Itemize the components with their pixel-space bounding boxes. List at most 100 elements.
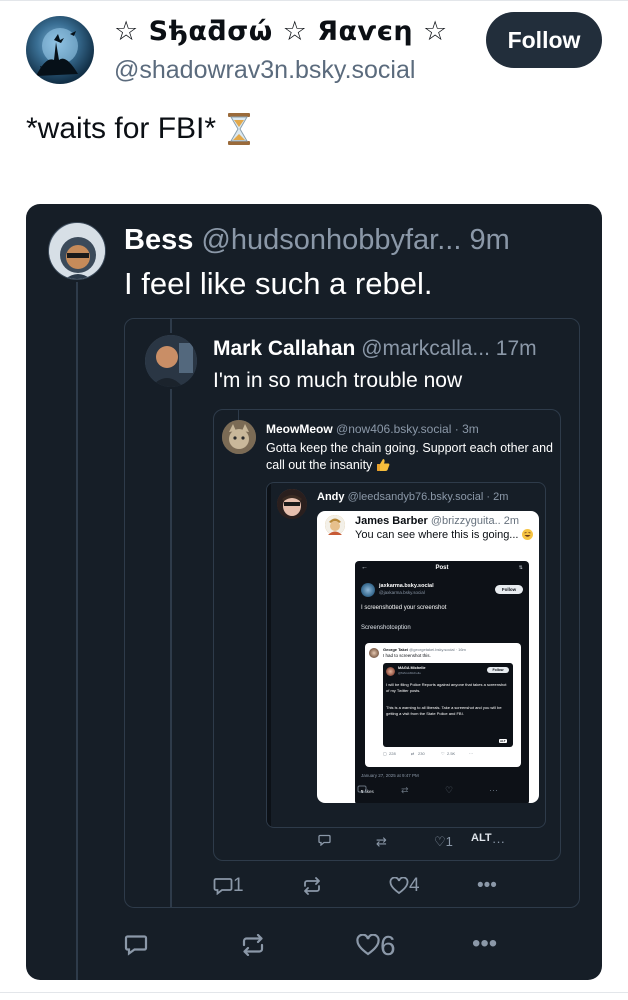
attached-image[interactable]: James Barber @brizzyguita.. 2m You can s… (317, 511, 539, 803)
mark-more-button[interactable]: ••• (477, 875, 497, 897)
maga-text-2: This is a warning to all liberals. Take … (386, 705, 502, 716)
meowmeow-quoted-card[interactable]: MeowMeow @now406.bsky.social · 3m Gotta … (213, 409, 561, 861)
george-handle: @georgetakei.bsky.social (409, 647, 455, 652)
meowmeow-name[interactable]: MeowMeow (266, 422, 333, 436)
meowmeow-text: Gotta keep the chain going. Support each… (266, 441, 554, 472)
george-likes: 2.5K (447, 751, 456, 756)
jaxkarma-subtext: Screenshotception (361, 625, 411, 631)
bess-avatar[interactable] (48, 222, 106, 280)
bess-handle[interactable]: @hudsonhobbyfar... (201, 224, 461, 256)
andy-quoted-card[interactable]: Andy @leedsandyb76.bsky.social · 2m Jame… (266, 482, 546, 828)
james-avatar (325, 515, 345, 535)
james-meta: James Barber @brizzyguita.. 2m (355, 515, 519, 527)
james-text: You can see where this is going... (355, 529, 519, 541)
james-repost-icon: ⇄ (401, 785, 409, 795)
thread-line (238, 410, 239, 420)
bess-like-button[interactable]: 6 (356, 930, 396, 961)
jaxkarma-handle: @jaxkarma.bsky.social (379, 590, 425, 595)
maga-handle: @MAGAMichelle (398, 671, 421, 675)
screenshot-title: Post (435, 565, 449, 571)
james-reply-icon (357, 785, 367, 796)
author-handle[interactable]: @shadowrav3n.bsky.social (114, 56, 415, 85)
andy-meta[interactable]: Andy @leedsandyb76.bsky.social · 2m (317, 491, 508, 503)
meowmeow-repost-button[interactable]: ⇄ (376, 834, 387, 850)
meowmeow-avatar[interactable] (222, 420, 256, 454)
bess-post-text: I feel like such a rebel. (124, 266, 433, 301)
mark-quoted-card[interactable]: Mark Callahan @markcalla... 17m I'm in s… (124, 318, 580, 908)
meowmeow-more-button[interactable]: ··· (492, 834, 505, 849)
george-reposts: 230 (418, 751, 425, 756)
james-post-text: You can see where this is going... (355, 529, 535, 542)
andy-separator: · (486, 491, 491, 503)
andy-name[interactable]: Andy (317, 491, 345, 503)
mark-likes: 4 (409, 875, 420, 896)
george-reply-icon: ▢ (383, 751, 387, 756)
jaxkarma-follow-button: Follow (495, 585, 523, 594)
jaxkarma-text: I screenshotted your screenshot (361, 605, 447, 611)
meowmeow-alt-badge[interactable]: ALT (471, 832, 492, 844)
meowmeow-reply-button[interactable] (318, 834, 331, 849)
mark-like-button[interactable]: 4 (389, 875, 420, 897)
bess-reply-button[interactable] (124, 930, 148, 958)
author-display-name[interactable]: ☆ Sђαƌσώ ☆ Яαѵєη ☆ (114, 16, 448, 47)
bess-meta[interactable]: Bess @hudsonhobbyfar... 9m (124, 224, 510, 257)
maga-alt-badge: ALT (499, 739, 507, 743)
post-text: *waits for FBI* (26, 112, 217, 145)
mark-actions: 1 4 ••• (213, 875, 553, 899)
george-replies: 228 (389, 751, 396, 756)
follow-button[interactable]: Follow (486, 12, 602, 68)
george-text: I had to screenshot this. (383, 653, 431, 658)
hourglass-icon (228, 113, 251, 145)
post-text-row: *waits for FBI* (26, 112, 252, 146)
george-time: 16m (458, 647, 466, 652)
james-actions: ⇄ ♡ ··· (355, 785, 535, 799)
meowmeow-time: 3m (462, 422, 479, 436)
mark-handle[interactable]: @markcalla... (361, 337, 490, 360)
thumbs-up-icon (376, 459, 390, 471)
andy-handle[interactable]: @leedsandyb76.bsky.social (348, 491, 484, 503)
george-name: George Takei (383, 647, 409, 652)
mark-avatar[interactable] (145, 335, 197, 387)
bess-repost-button[interactable] (240, 930, 266, 958)
andy-avatar[interactable] (277, 489, 307, 519)
meowmeow-likes: 1 (445, 834, 453, 849)
thread-line (267, 483, 271, 827)
meowmeow-actions: ⇄ ♡ 1 ··· (266, 834, 556, 854)
mark-replies: 1 (233, 875, 244, 896)
george-meta: George Takei @georgetakei.bsky.social · … (383, 647, 466, 652)
james-like-icon: ♡ (445, 785, 454, 795)
mark-post-text: I'm in so much trouble now (213, 369, 463, 392)
james-more-icon: ··· (489, 785, 498, 795)
bess-time: 9m (469, 224, 510, 256)
top-divider (0, 0, 628, 1)
meowmeow-like-button[interactable]: ♡ 1 (434, 834, 453, 850)
maga-text-1: I will be filing Police Reports against … (386, 682, 507, 693)
meowmeow-separator: · (454, 422, 459, 436)
mark-repost-button[interactable] (301, 875, 323, 897)
meowmeow-post-text: Gotta keep the chain going. Support each… (266, 440, 556, 474)
george-more-icon: ··· (469, 751, 473, 756)
screenshot-image: ← Post ⇅ jaxkarma.bsky.social @jaxkarma.… (355, 561, 529, 803)
jaxkarma-name: jaxkarma.bsky.social (379, 583, 434, 589)
bess-more-button[interactable]: ••• (472, 930, 497, 958)
quoted-post-card[interactable]: Bess @hudsonhobbyfar... 9m I feel like s… (26, 204, 602, 980)
thread-line (170, 319, 172, 333)
george-takei-post: George Takei @georgetakei.bsky.social · … (365, 643, 521, 767)
bess-name[interactable]: Bess (124, 224, 193, 256)
sort-icon: ⇅ (518, 565, 523, 571)
maga-post: MAGA Michelle @MAGAMichelle Follow I wil… (383, 663, 513, 747)
george-actions: ▢ 228 ⇄ 230 ♡ 2.5K ··· (383, 751, 513, 761)
james-time: 2m (503, 515, 520, 527)
george-separator: · (455, 647, 457, 652)
mark-time: 17m (495, 337, 537, 360)
andy-time: 2m (493, 491, 509, 503)
author-avatar[interactable] (26, 16, 94, 84)
mark-name[interactable]: Mark Callahan (213, 337, 355, 360)
mark-meta[interactable]: Mark Callahan @markcalla... 17m (213, 337, 537, 361)
maga-avatar (386, 667, 395, 676)
jaxkarma-avatar (361, 583, 375, 597)
meowmeow-handle[interactable]: @now406.bsky.social (336, 422, 451, 436)
george-avatar (369, 648, 379, 658)
mark-reply-button[interactable]: 1 (213, 875, 244, 897)
meowmeow-meta[interactable]: MeowMeow @now406.bsky.social · 3m (266, 422, 479, 436)
